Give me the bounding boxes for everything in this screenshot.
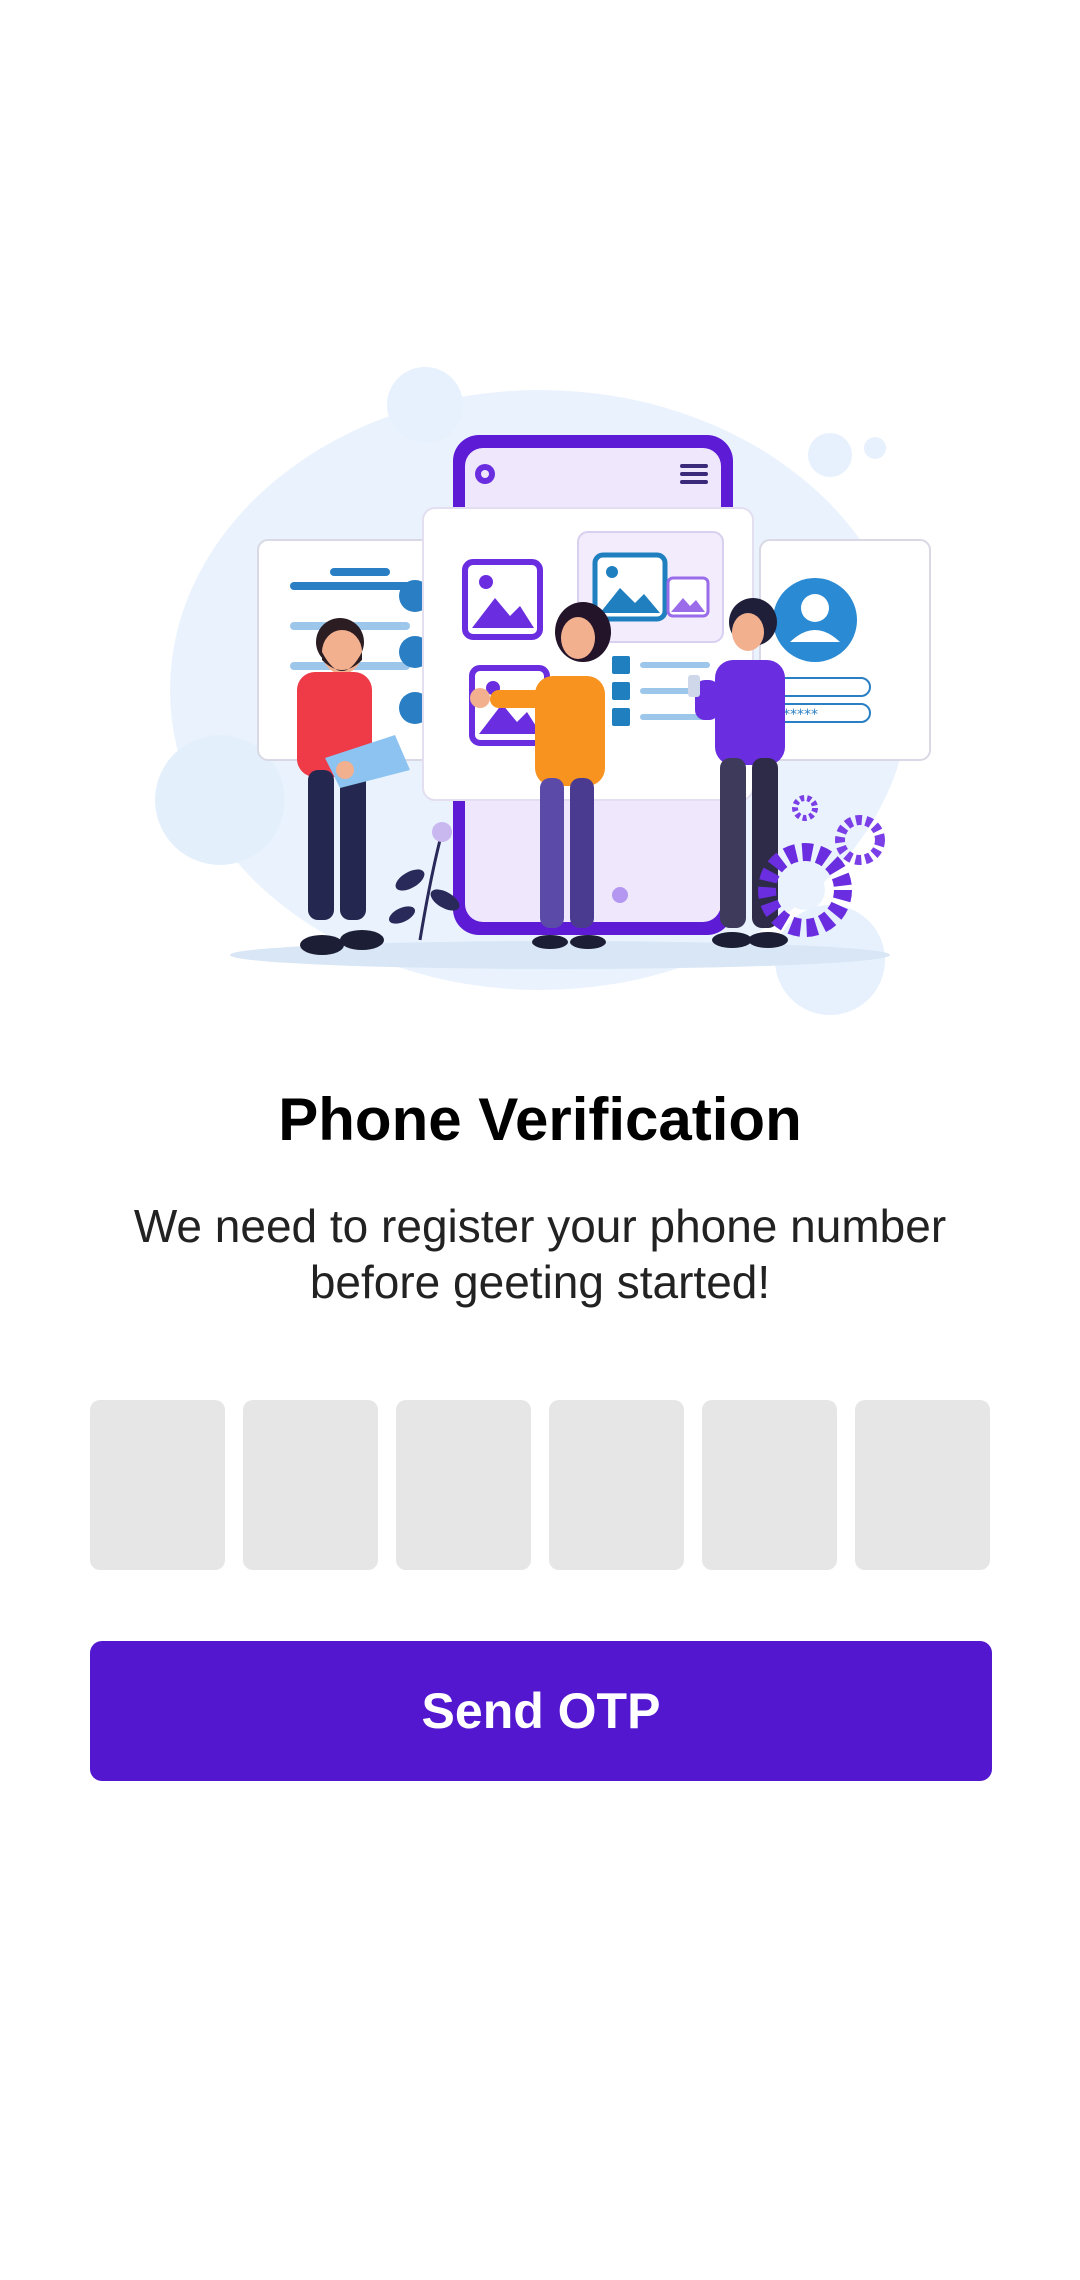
otp-digit-6[interactable]: [855, 1400, 990, 1570]
page-subtitle: We need to register your phone number be…: [133, 1200, 947, 1308]
otp-digit-3[interactable]: [396, 1400, 531, 1570]
otp-digit-2[interactable]: [243, 1400, 378, 1570]
svg-text:*****: *****: [783, 707, 818, 723]
send-otp-button[interactable]: Send OTP: [90, 1641, 992, 1781]
page-title: Phone Verification: [278, 1086, 802, 1153]
otp-digit-1[interactable]: [90, 1400, 225, 1570]
otp-digit-4[interactable]: [549, 1400, 684, 1570]
otp-input-group: [90, 1400, 992, 1570]
otp-digit-5[interactable]: [702, 1400, 837, 1570]
phone-verification-illustration: *****: [140, 360, 940, 1040]
